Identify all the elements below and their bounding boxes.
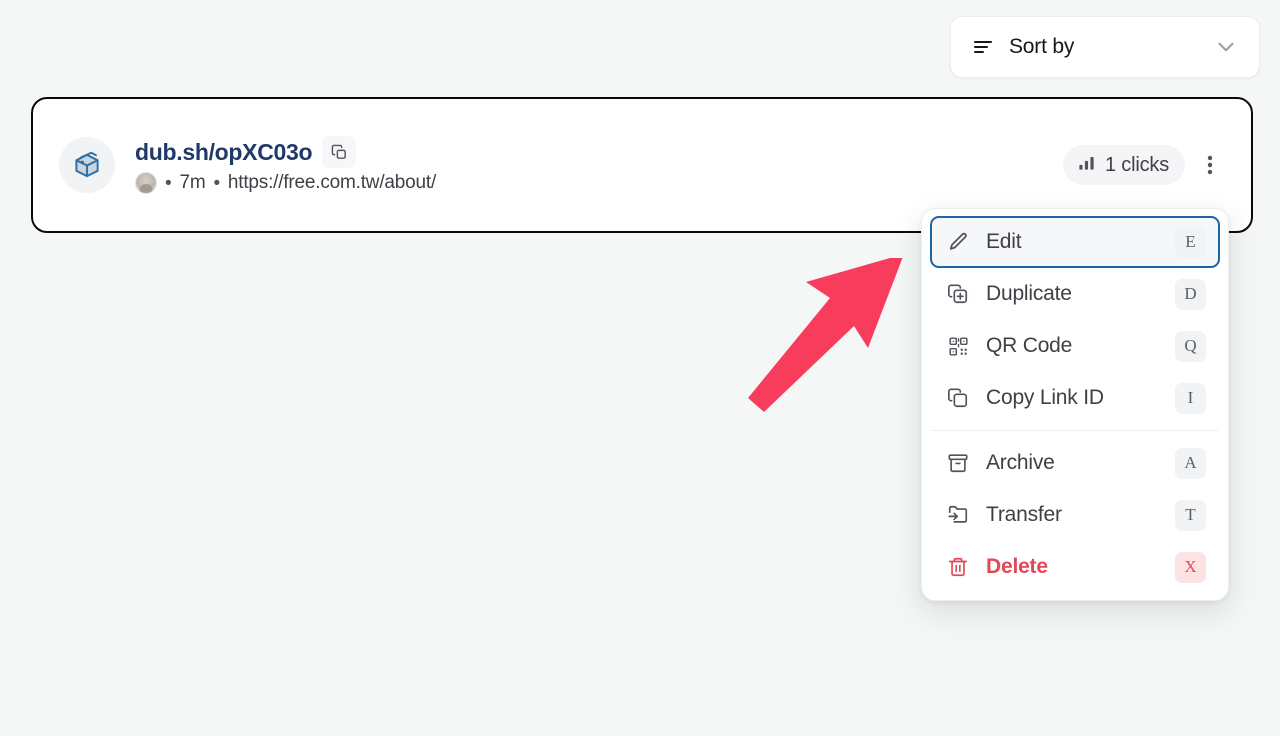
menu-item-label: Delete	[986, 555, 1048, 578]
menu-item-shortcut: A	[1175, 447, 1206, 479]
transfer-icon	[946, 503, 970, 527]
bar-chart-icon	[1077, 153, 1096, 177]
archive-icon	[946, 451, 970, 475]
link-context-menu[interactable]: Edit E Duplicate D QR Code Q Copy Link I…	[921, 208, 1229, 601]
qr-code-icon	[946, 334, 970, 358]
menu-item-archive[interactable]: Archive A	[930, 437, 1220, 489]
sort-by-control[interactable]: Sort by	[950, 16, 1260, 78]
meta-separator-2: •	[213, 172, 220, 194]
sort-lines-icon	[971, 35, 995, 59]
menu-item-transfer[interactable]: Transfer T	[930, 489, 1220, 541]
sort-by-label: Sort by	[1009, 35, 1075, 58]
link-actions: 1 clicks	[1063, 145, 1227, 185]
menu-item-label: Archive	[986, 451, 1055, 474]
duplicate-icon	[946, 282, 970, 306]
package-box-icon	[59, 137, 115, 193]
link-age: 7m	[179, 172, 206, 193]
destination-url[interactable]: https://free.com.tw/about/	[228, 172, 436, 194]
sort-by-button[interactable]: Sort by	[950, 16, 1260, 78]
menu-item-label: QR Code	[986, 334, 1073, 357]
menu-item-shortcut: E	[1175, 226, 1206, 258]
menu-divider	[932, 430, 1218, 431]
meta-separator-1: •	[165, 172, 172, 194]
menu-item-duplicate[interactable]: Duplicate D	[930, 268, 1220, 320]
link-meta-row: • 7m • https://free.com.tw/about/	[135, 172, 1063, 194]
menu-item-shortcut: I	[1175, 382, 1206, 414]
menu-item-qr-code[interactable]: QR Code Q	[930, 320, 1220, 372]
menu-item-shortcut: T	[1175, 499, 1206, 531]
menu-item-shortcut: D	[1175, 278, 1206, 310]
clicks-badge[interactable]: 1 clicks	[1063, 145, 1185, 185]
menu-item-label: Edit	[986, 230, 1022, 253]
chevron-down-icon	[1213, 34, 1239, 60]
clicks-count-label: 1 clicks	[1105, 153, 1169, 176]
menu-item-label: Copy Link ID	[986, 386, 1104, 409]
pencil-icon	[946, 230, 970, 254]
menu-item-shortcut: Q	[1175, 330, 1206, 362]
link-info: dub.sh/opXC03o • 7m • https://free.com.t…	[135, 136, 1063, 194]
menu-item-copy-link-id[interactable]: Copy Link ID I	[930, 372, 1220, 424]
more-vertical-icon[interactable]	[1193, 145, 1227, 185]
link-title-row: dub.sh/opXC03o	[135, 136, 1063, 168]
copy-icon	[946, 386, 970, 410]
menu-item-label: Duplicate	[986, 282, 1072, 305]
pointer-arrow-up-right	[740, 254, 915, 418]
menu-item-shortcut: X	[1175, 551, 1206, 583]
user-avatar	[135, 172, 157, 194]
trash-icon	[946, 555, 970, 579]
menu-item-edit[interactable]: Edit E	[930, 216, 1220, 268]
copy-icon[interactable]	[322, 136, 357, 168]
menu-item-label: Transfer	[986, 503, 1062, 526]
short-link[interactable]: dub.sh/opXC03o	[135, 139, 313, 166]
menu-item-delete[interactable]: Delete X	[930, 541, 1220, 593]
